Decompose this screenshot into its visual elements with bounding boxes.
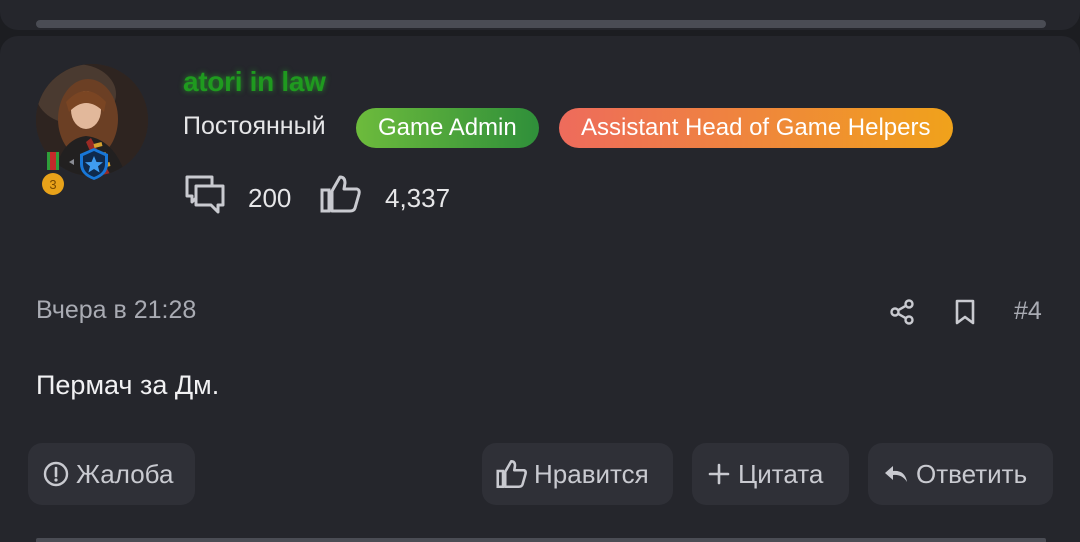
thumbs-up-icon xyxy=(320,175,361,213)
arrow-left-icon xyxy=(69,159,74,165)
reply-arrow-icon xyxy=(885,466,907,482)
shield-star-icon xyxy=(80,148,108,180)
medal-icon: 3 xyxy=(42,152,64,195)
reply-label: Ответить xyxy=(916,458,1028,489)
like-button[interactable]: Нравится xyxy=(482,443,673,505)
badge-assistant-head: Assistant Head of Game Helpers xyxy=(559,108,953,148)
likes-count: 4,337 xyxy=(385,183,451,213)
alert-circle-icon xyxy=(43,461,69,487)
post-body: Пермач за Дм. xyxy=(36,370,220,400)
divider xyxy=(36,538,1046,542)
user-rank: Постоянный xyxy=(183,112,326,140)
like-label: Нравится xyxy=(534,458,649,489)
share-icon[interactable] xyxy=(888,298,916,326)
comments-icon xyxy=(185,175,225,214)
reply-button[interactable]: Ответить xyxy=(868,443,1053,505)
page: 3 atori in law Постоянный Game Admin Ass… xyxy=(0,0,1080,542)
plus-icon xyxy=(708,463,730,485)
username[interactable]: atori in law xyxy=(183,66,326,98)
divider xyxy=(36,20,1046,28)
bookmark-icon[interactable] xyxy=(952,298,978,326)
svg-text:3: 3 xyxy=(49,177,56,192)
post-date[interactable]: Вчера в 21:28 xyxy=(36,296,196,325)
thumbs-up-icon xyxy=(496,459,527,489)
report-label: Жалоба xyxy=(76,458,174,489)
quote-button[interactable]: Цитата xyxy=(692,443,849,505)
report-button[interactable]: Жалоба xyxy=(28,443,195,505)
messages-count: 200 xyxy=(248,183,292,213)
quote-label: Цитата xyxy=(738,458,824,489)
badge-game-admin: Game Admin xyxy=(356,108,539,148)
post-number[interactable]: #4 xyxy=(1014,297,1042,326)
